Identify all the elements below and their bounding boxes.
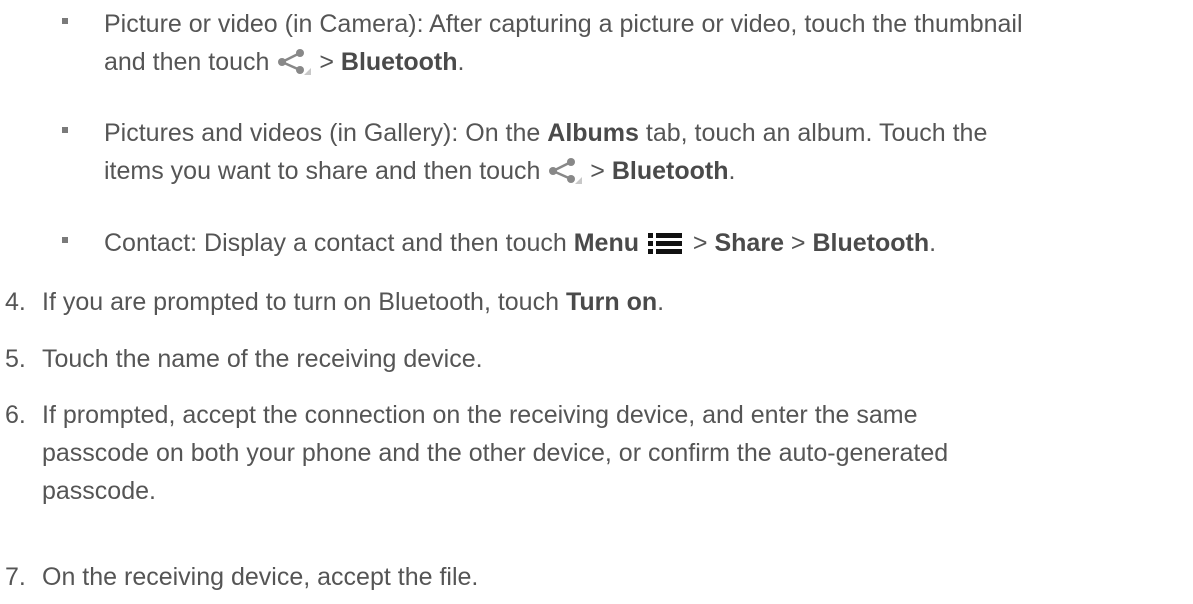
step-number: 4. <box>5 288 26 316</box>
share-label: Share <box>714 229 784 257</box>
menu-label: Menu <box>573 229 640 257</box>
step-number: 5. <box>5 345 26 373</box>
list-item-text: Picture or video (in Camera): After capt… <box>104 5 1184 81</box>
text-line: Pictures and videos (in Gallery): On the… <box>104 114 1184 152</box>
text-line: passcode on both your phone and the othe… <box>42 439 949 467</box>
step-number: 7. <box>5 563 26 591</box>
text-line: Picture or video (in Camera): After capt… <box>104 10 1023 38</box>
bullet-marker <box>62 18 68 24</box>
punctuation: . <box>728 157 736 185</box>
punctuation: . <box>457 48 465 76</box>
step-text: Touch the name of the receiving device. <box>42 345 483 373</box>
separator: > <box>319 48 334 76</box>
text-line: If prompted, accept the connection on th… <box>42 401 918 429</box>
text-line: passcode. <box>42 477 156 505</box>
text-segment: and then touch <box>104 48 270 76</box>
text-line: items you want to share and then touch >… <box>104 152 1184 190</box>
menu-icon <box>647 233 682 254</box>
separator: > <box>692 229 708 257</box>
text-segment: If you are prompted to turn on Bluetooth… <box>42 288 559 316</box>
step-text: On the receiving device, accept the file… <box>42 563 479 591</box>
document-page: Picture or video (in Camera): After capt… <box>0 0 1193 604</box>
punctuation: . <box>657 288 665 316</box>
separator: > <box>590 157 605 185</box>
bluetooth-label: Bluetooth <box>812 229 930 257</box>
text-line: Contact: Display a contact and then touc… <box>104 224 1184 262</box>
share-icon <box>278 49 312 75</box>
turn-on-label: Turn on <box>565 288 658 316</box>
list-item-text: Pictures and videos (in Gallery): On the… <box>104 114 1184 190</box>
text-line: and then touch > Bluetooth. <box>104 43 1184 81</box>
bluetooth-label: Bluetooth <box>611 157 729 185</box>
step-number: 6. <box>5 401 26 429</box>
bluetooth-label: Bluetooth <box>340 48 458 76</box>
list-item-text: Contact: Display a contact and then touc… <box>104 224 1184 262</box>
bullet-marker <box>62 237 68 243</box>
text-segment: Pictures and videos (in Gallery): On the <box>104 119 541 147</box>
text-segment: items you want to share and then touch <box>104 157 541 185</box>
text-segment: tab, touch an album. Touch the <box>645 119 988 147</box>
bullet-marker <box>62 127 68 133</box>
punctuation: . <box>929 229 937 257</box>
share-icon <box>549 158 583 184</box>
step-text: If prompted, accept the connection on th… <box>42 396 1152 510</box>
step-text: If you are prompted to turn on Bluetooth… <box>42 283 1152 321</box>
text-segment: Contact: Display a contact and then touc… <box>104 229 567 257</box>
albums-label: Albums <box>547 119 639 147</box>
separator: > <box>790 229 806 257</box>
